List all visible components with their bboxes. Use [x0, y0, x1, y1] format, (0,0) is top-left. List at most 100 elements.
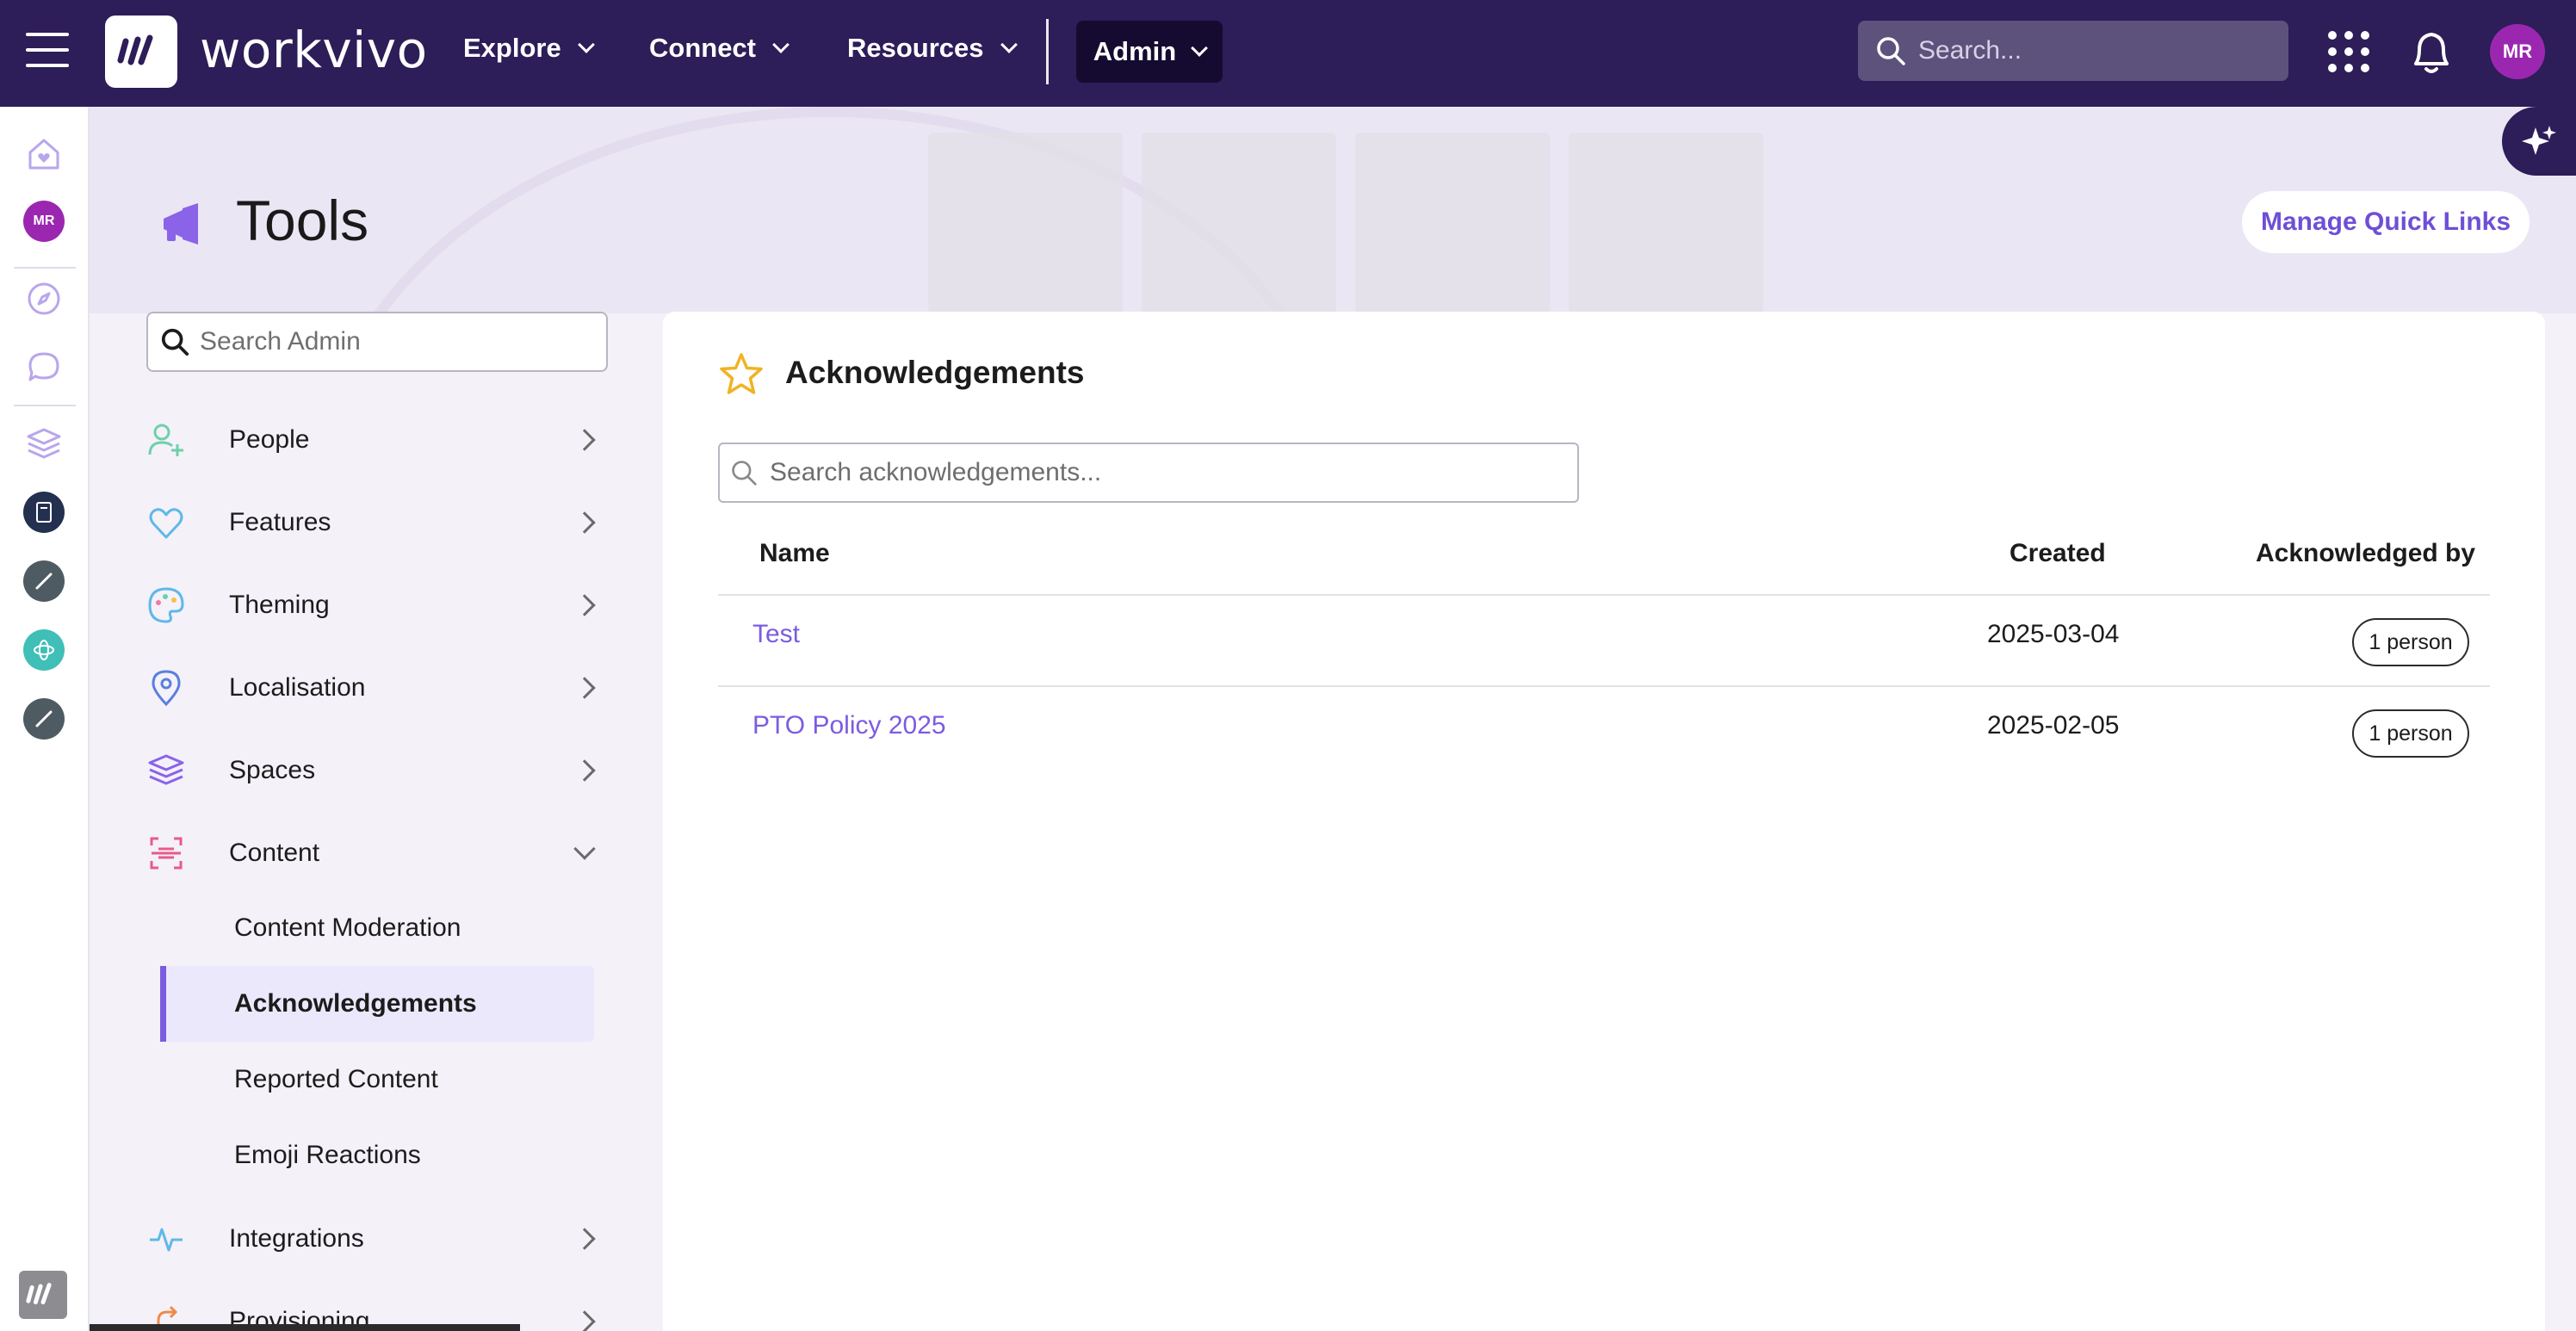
user-avatar[interactable]: MR [2490, 24, 2545, 79]
column-header-acknowledged-by[interactable]: Acknowledged by [2256, 539, 2475, 568]
layers-icon[interactable] [22, 422, 65, 465]
submenu-reported-content[interactable]: Reported Content [160, 1042, 594, 1117]
space-notebook-icon[interactable] [22, 491, 65, 534]
row-name-link[interactable]: PTO Policy 2025 [752, 711, 946, 740]
table-divider [718, 594, 2490, 596]
sidebar-item-label: People [229, 425, 310, 454]
pulse-icon [145, 1217, 188, 1260]
table-divider [718, 685, 2490, 687]
left-rail: MR [0, 107, 90, 1331]
chevron-right-icon [573, 1310, 596, 1331]
workvivo-small-logo-icon[interactable] [19, 1271, 67, 1319]
chevron-right-icon [573, 677, 596, 699]
space-tools-icon[interactable] [22, 560, 65, 603]
page-banner [90, 107, 2576, 313]
search-icon [1877, 37, 1905, 65]
palette-icon [145, 584, 188, 627]
banner-photo [1355, 133, 1550, 313]
nav-resources[interactable]: Resources [847, 33, 1018, 64]
sidebar-item-spaces[interactable]: Spaces [145, 740, 610, 801]
acknowledgements-panel: Acknowledgements Name Created Acknowledg… [663, 312, 2545, 1331]
person-add-icon [145, 418, 188, 461]
sidebar-item-theming[interactable]: Theming [145, 575, 610, 635]
chat-bubble-icon[interactable] [22, 346, 65, 389]
admin-menu-button[interactable]: Admin [1076, 21, 1223, 83]
submenu-acknowledgements[interactable]: Acknowledgements [160, 966, 594, 1042]
column-header-name[interactable]: Name [759, 539, 830, 568]
sidebar-item-label: Features [229, 508, 331, 536]
acknowledgements-search-input[interactable] [770, 458, 1562, 487]
layers-icon [145, 749, 188, 792]
apps-grid-icon[interactable] [2328, 31, 2369, 72]
workvivo-logo-icon[interactable] [105, 15, 177, 88]
nav-divider [1046, 19, 1049, 84]
ai-sparkle-button[interactable] [2502, 107, 2576, 176]
heart-icon [145, 501, 188, 544]
banner-photo [928, 133, 1123, 313]
global-search[interactable] [1858, 21, 2288, 81]
megaphone-icon [157, 200, 205, 248]
row-name-link[interactable]: Test [752, 620, 800, 649]
admin-search-input[interactable] [200, 327, 596, 356]
sidebar-item-label: Localisation [229, 673, 366, 702]
horizontal-scrollbar[interactable] [90, 1324, 520, 1331]
sidebar-item-integrations[interactable]: Integrations [145, 1209, 610, 1269]
submenu-emoji-reactions[interactable]: Emoji Reactions [160, 1117, 594, 1193]
rail-avatar-initials: MR [23, 201, 65, 242]
rail-divider [14, 405, 76, 406]
search-icon [732, 461, 757, 486]
nav-explore-label: Explore [463, 33, 561, 63]
sidebar-item-people[interactable]: People [145, 410, 610, 470]
map-pin-icon [145, 666, 188, 709]
row-created-date: 2025-03-04 [1987, 620, 2120, 648]
admin-search[interactable] [146, 312, 608, 372]
global-search-input[interactable] [1918, 36, 2280, 65]
nav-connect-label: Connect [649, 33, 756, 63]
sidebar-item-label: Content [229, 839, 320, 867]
sidebar-item-content[interactable]: Content [145, 823, 610, 883]
submenu-content-moderation[interactable]: Content Moderation [160, 890, 594, 966]
sidebar-item-label: Integrations [229, 1224, 364, 1253]
chevron-down-icon [1191, 40, 1209, 57]
chevron-right-icon [573, 1228, 596, 1250]
sparkle-icon [2522, 126, 2556, 155]
chevron-right-icon [573, 429, 596, 451]
banner-photo [1569, 133, 1763, 313]
nav-resources-label: Resources [847, 33, 984, 63]
manage-quick-links-button[interactable]: Manage Quick Links [2242, 191, 2530, 253]
acknowledged-by-badge[interactable]: 1 person [2352, 709, 2469, 758]
top-navigation-bar: workvivo Explore Connect Resources Admin… [0, 0, 2576, 107]
hamburger-menu-icon[interactable] [26, 33, 69, 71]
star-icon [718, 351, 765, 398]
sidebar-item-features[interactable]: Features [145, 492, 610, 553]
space-wrench-icon[interactable] [22, 697, 65, 740]
notifications-bell-icon[interactable] [2407, 26, 2455, 77]
sidebar-item-label: Theming [229, 591, 330, 619]
chevron-down-icon [573, 838, 596, 860]
search-icon [161, 328, 189, 356]
row-created-date: 2025-02-05 [1987, 711, 2120, 740]
nav-explore[interactable]: Explore [463, 33, 595, 64]
nav-connect[interactable]: Connect [649, 33, 790, 64]
page-title: Tools [236, 189, 369, 252]
acknowledgements-search[interactable] [718, 443, 1579, 503]
column-header-created[interactable]: Created [2009, 539, 2106, 568]
banner-photo [1142, 133, 1336, 313]
chevron-right-icon [573, 759, 596, 782]
home-heart-icon[interactable] [22, 133, 65, 176]
chevron-down-icon [772, 36, 790, 53]
compass-icon[interactable] [22, 277, 65, 320]
panel-title: Acknowledgements [785, 355, 1085, 390]
rail-divider [14, 267, 76, 269]
scan-icon [145, 832, 188, 875]
rail-user-avatar[interactable]: MR [22, 200, 65, 243]
chevron-down-icon [577, 36, 595, 53]
chevron-right-icon [573, 511, 596, 534]
brand-name[interactable]: workvivo [200, 21, 428, 79]
sidebar-item-localisation[interactable]: Localisation [145, 658, 610, 718]
acknowledged-by-badge[interactable]: 1 person [2352, 618, 2469, 666]
chevron-down-icon [1000, 36, 1018, 53]
chevron-right-icon [573, 594, 596, 616]
space-atom-icon[interactable] [22, 628, 65, 672]
admin-label: Admin [1093, 36, 1177, 66]
